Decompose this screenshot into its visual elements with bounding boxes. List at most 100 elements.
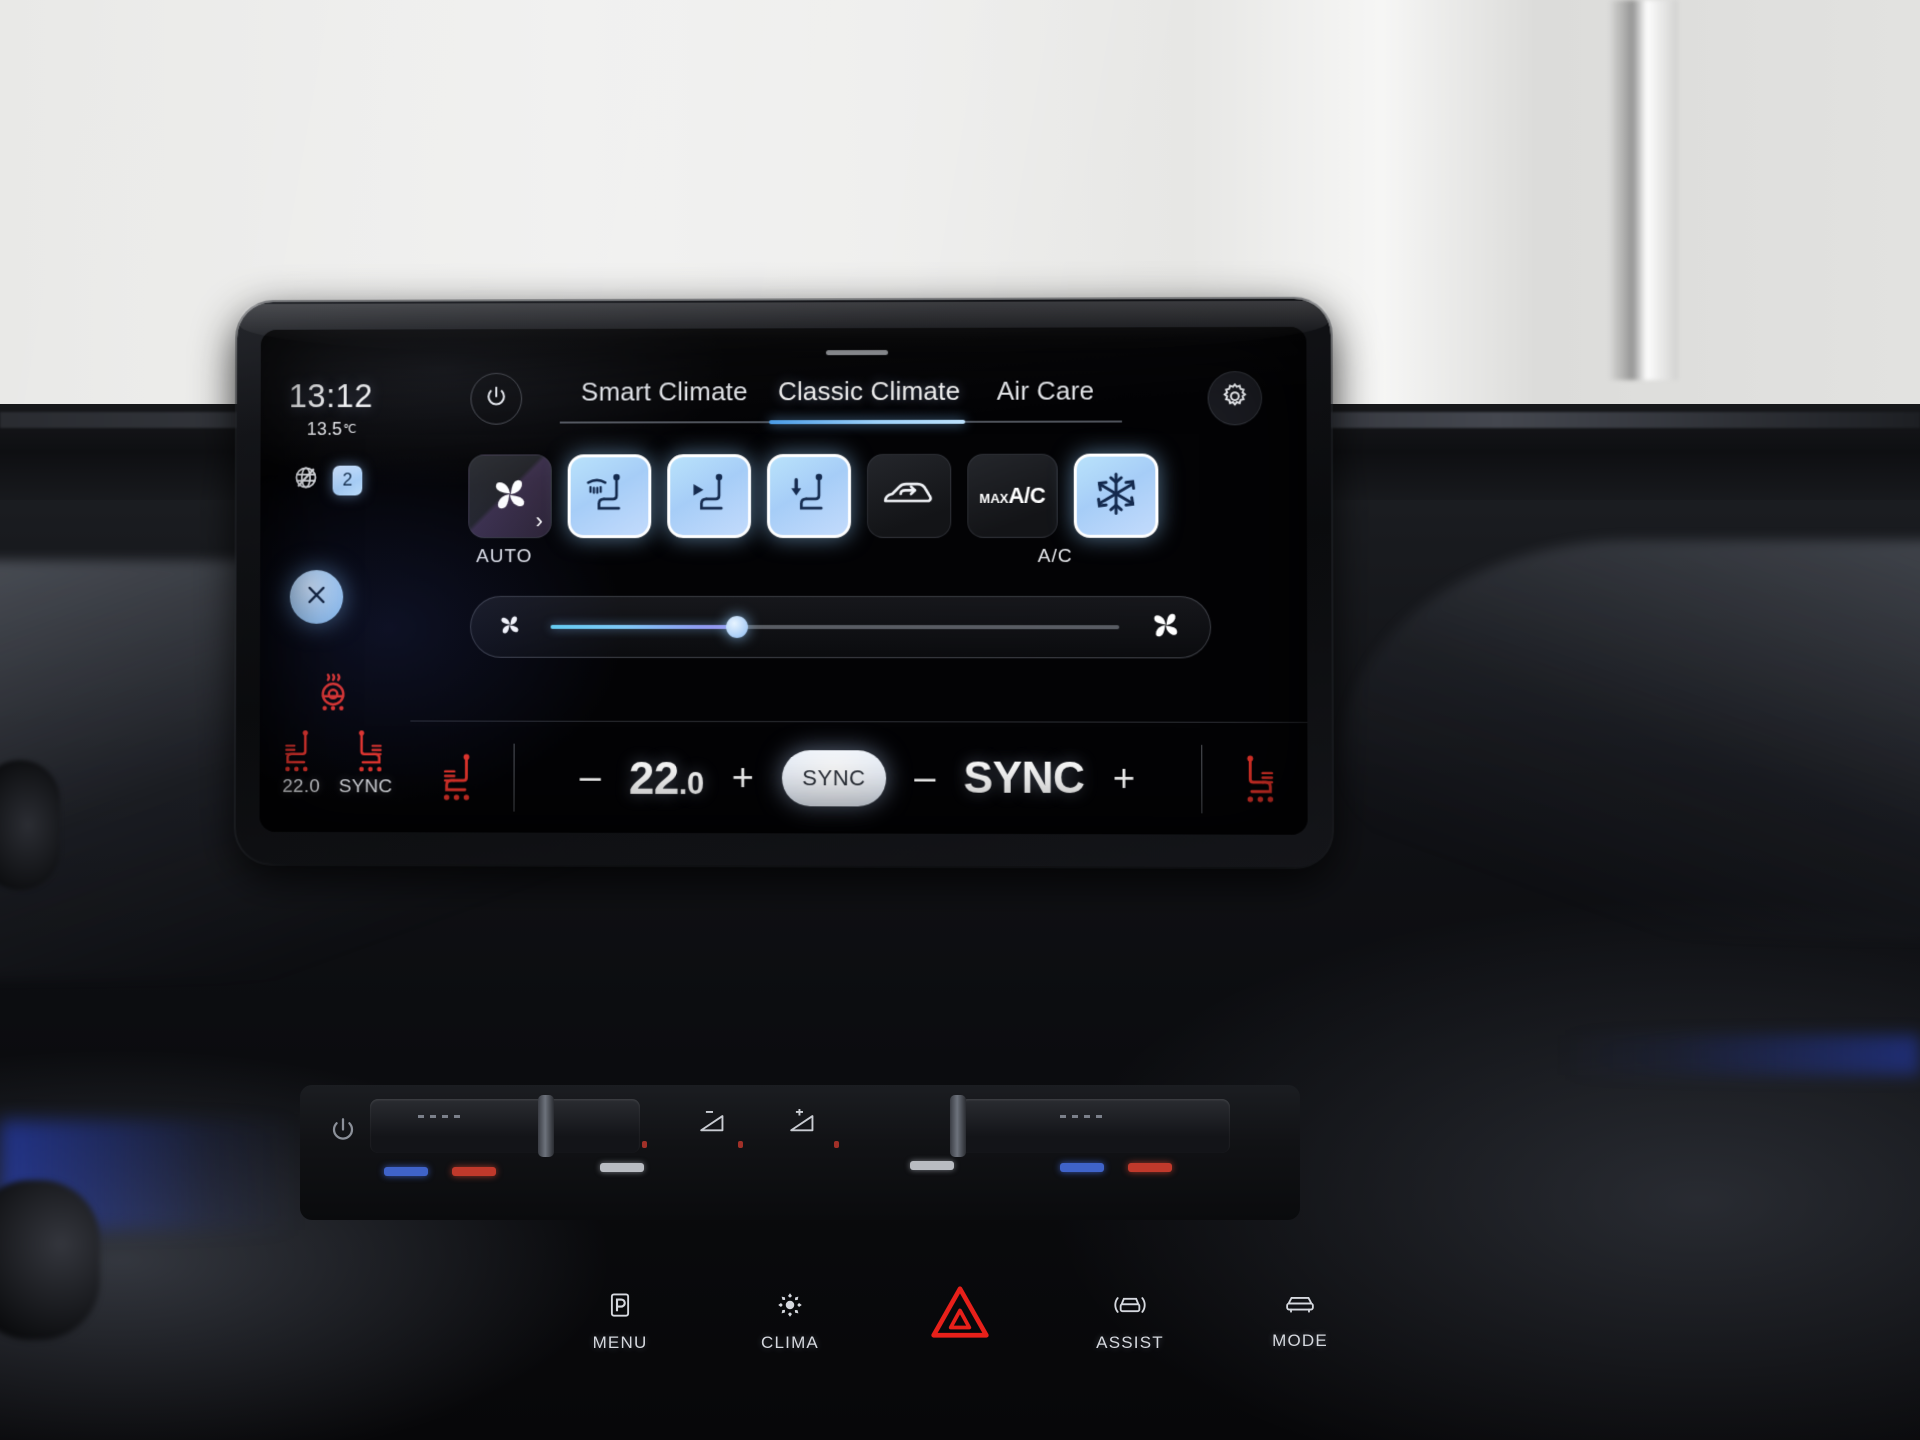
passenger-slider-knob[interactable] (950, 1095, 966, 1157)
volume-down-icon[interactable] (696, 1109, 730, 1140)
climate-button-row: › MAXA/C (468, 453, 1159, 539)
airflow-foot-seat-button[interactable] (767, 453, 852, 539)
tab-active-indicator (769, 419, 966, 425)
driver-temp-integer: 22 (628, 751, 679, 804)
max-ac-label: MAXA/C (979, 483, 1045, 509)
passenger-seat-heat-button[interactable] (1202, 753, 1307, 804)
driver-temperature-value: 22.0 (629, 750, 704, 804)
passenger-temperature-value: SYNC (963, 752, 1085, 803)
volume-up-icon[interactable] (786, 1108, 820, 1140)
ac-button[interactable] (1073, 453, 1159, 538)
chevron-right-icon: › (535, 508, 543, 534)
fan-speed-slider[interactable] (470, 595, 1212, 659)
max-ac-large-text: A/C (1008, 482, 1046, 508)
fan-slider-track[interactable] (550, 615, 1120, 638)
climate-fan-icon (775, 1290, 805, 1325)
tab-smart-climate[interactable]: Smart Climate (560, 376, 769, 421)
assist-label: ASSIST (1096, 1333, 1164, 1352)
fan-small-icon[interactable] (495, 609, 525, 644)
mode-label: MODE (1272, 1331, 1328, 1350)
airflow-defrost-seat-button[interactable] (567, 454, 652, 539)
rail-seat-indicators: 22.0 SYNC (277, 729, 392, 798)
hvac-hardware-bar (300, 1085, 1300, 1220)
power-icon (483, 383, 509, 414)
tab-bar: Smart Climate Classic Climate Air Care (559, 375, 1122, 425)
snowflake-icon (1092, 469, 1140, 522)
temperature-unit: ℃ (343, 421, 357, 436)
volume-marker-left (600, 1163, 644, 1172)
assist-car-icon (1114, 1290, 1146, 1325)
auto-fan-button[interactable]: › (468, 454, 552, 539)
function-button-row: MENU CLIMA ASSIST MODE (560, 1286, 1360, 1400)
infotainment-bezel: 13:12 13.5℃ 2 22.0 SYNC Smart Climate Cl… (235, 298, 1333, 868)
fan-slider-thumb[interactable] (726, 615, 749, 638)
sync-toggle-button[interactable]: SYNC (781, 749, 887, 807)
steering-wheel-lower-edge (0, 1180, 100, 1340)
driver-heat-marker (452, 1167, 496, 1176)
photo-scene: 13:12 13.5℃ 2 22.0 SYNC Smart Climate Cl… (0, 0, 1920, 1440)
driver-cool-marker (384, 1167, 428, 1176)
sync-pill-label: SYNC (802, 764, 866, 790)
screen-header: Smart Climate Classic Climate Air Care (411, 327, 1307, 447)
rail-seat-left-label: 22.0 (282, 776, 321, 798)
infotainment-screen[interactable]: 13:12 13.5℃ 2 22.0 SYNC Smart Climate Cl… (259, 326, 1308, 835)
temperature-bar: – 22.0 + SYNC – SYNC + (410, 720, 1308, 835)
clima-label: CLIMA (761, 1333, 819, 1352)
passenger-cool-marker (1060, 1163, 1104, 1172)
steering-wheel-edge (0, 760, 60, 890)
power-button[interactable] (470, 372, 523, 425)
assist-button[interactable]: ASSIST (1070, 1290, 1190, 1353)
passenger-heat-marker (1128, 1163, 1172, 1172)
tab-classic-climate[interactable]: Classic Climate (769, 376, 969, 421)
volume-dot-3 (834, 1141, 839, 1148)
driver-slider-knob[interactable] (538, 1095, 554, 1157)
status-badges: 2 (260, 464, 410, 497)
defrost-seat-icon (583, 469, 637, 524)
max-ac-button[interactable]: MAXA/C (967, 453, 1058, 538)
outside-temperature: 13.5℃ (259, 419, 410, 440)
rail-seat-right: SYNC (339, 729, 393, 798)
tab-underline (559, 419, 1122, 425)
rail-seat-right-label: SYNC (338, 776, 393, 798)
driver-seat-heat-button[interactable] (410, 752, 513, 802)
volume-marker-right (910, 1161, 954, 1170)
passenger-temp-touch-slider[interactable] (960, 1099, 1230, 1153)
driver-temp-decrease[interactable]: – (580, 756, 601, 798)
hardware-power-button[interactable] (328, 1115, 358, 1150)
hazard-button[interactable] (900, 1284, 1020, 1353)
fan-icon (485, 469, 535, 524)
fan-large-icon[interactable] (1145, 605, 1185, 650)
volume-dot-2 (738, 1141, 743, 1148)
rail-seat-left: 22.0 (277, 729, 325, 798)
climate-panel: › MAXA/C AUTO A/C (410, 445, 1307, 715)
driver-temp-increase[interactable]: + (732, 757, 754, 799)
tab-air-care[interactable]: Air Care (969, 375, 1122, 420)
close-button[interactable] (289, 570, 344, 624)
passenger-temp-decrease[interactable]: – (914, 757, 935, 799)
drive-mode-car-icon (1283, 1290, 1317, 1323)
steering-wheel-heat-indicator (311, 670, 410, 719)
clock: 13:12 (288, 377, 373, 415)
profile-badge[interactable]: 2 (332, 465, 363, 495)
mode-button[interactable]: MODE (1240, 1290, 1360, 1351)
menu-button[interactable]: MENU (560, 1290, 680, 1353)
volume-dot-1 (642, 1141, 647, 1148)
foot-seat-icon (782, 468, 836, 523)
recirculation-button[interactable] (867, 453, 952, 538)
outside-temperature-value: 13.5 (306, 418, 343, 439)
max-ac-small-text: MAX (979, 490, 1009, 506)
clima-button[interactable]: CLIMA (730, 1290, 850, 1353)
driver-slider-grip-marks (418, 1115, 460, 1118)
settings-button[interactable] (1207, 371, 1263, 426)
left-status-rail: 13:12 13.5℃ 2 22.0 SYNC (259, 329, 411, 832)
driver-temp-touch-slider[interactable] (370, 1099, 640, 1153)
drag-handle[interactable] (825, 350, 888, 356)
ac-label: A/C (1037, 545, 1073, 567)
temperature-controls: – 22.0 + SYNC – SYNC + (515, 749, 1202, 807)
airflow-face-seat-button[interactable] (667, 454, 752, 539)
globe-slash-icon (292, 464, 320, 497)
close-x-icon (304, 582, 330, 613)
parking-p-icon (605, 1290, 635, 1325)
background-window-seam (1608, 0, 1678, 380)
passenger-temp-increase[interactable]: + (1113, 757, 1135, 799)
